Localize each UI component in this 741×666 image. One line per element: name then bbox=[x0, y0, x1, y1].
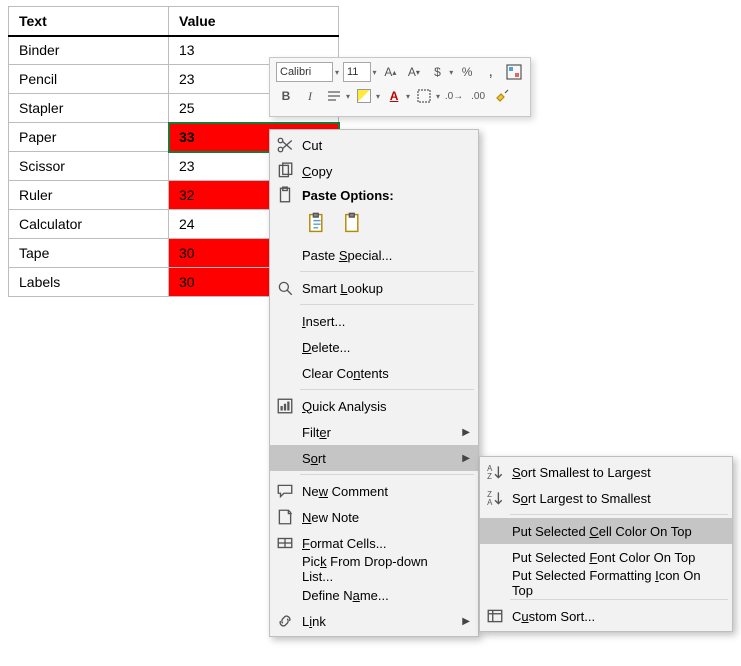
paste-option-values[interactable] bbox=[340, 210, 366, 236]
submenu-cell-color-top[interactable]: Put Selected Cell Color On Top bbox=[480, 518, 732, 544]
cell-text[interactable]: Paper bbox=[9, 123, 169, 152]
paste-options-row bbox=[270, 206, 478, 242]
scissors-icon bbox=[276, 136, 294, 154]
cell-text[interactable]: Stapler bbox=[9, 94, 169, 123]
cell-text[interactable]: Ruler bbox=[9, 181, 169, 210]
menu-filter[interactable]: Filter▶ bbox=[270, 419, 478, 445]
cell-text[interactable]: Pencil bbox=[9, 65, 169, 94]
format-painter-icon[interactable] bbox=[492, 86, 512, 106]
borders-icon[interactable] bbox=[414, 86, 434, 106]
menu-paste-options: Paste Options: bbox=[270, 184, 478, 206]
increase-decimal-icon[interactable]: .0→ bbox=[444, 86, 464, 106]
chevron-right-icon: ▶ bbox=[462, 427, 470, 438]
font-name-select[interactable]: Calibri bbox=[276, 62, 333, 82]
sort-desc-icon: ZA bbox=[486, 489, 504, 507]
align-icon[interactable] bbox=[324, 86, 344, 106]
note-icon bbox=[276, 508, 294, 526]
menu-smart-lookup[interactable]: Smart Lookup bbox=[270, 275, 478, 301]
submenu-sort-smallest[interactable]: AZ Sort Smallest to Largest bbox=[480, 459, 732, 485]
comma-format-icon[interactable]: , bbox=[481, 62, 501, 82]
paste-option-default[interactable] bbox=[304, 210, 330, 236]
menu-link[interactable]: Link▶ bbox=[270, 608, 478, 634]
submenu-sort-largest[interactable]: ZA Sort Largest to Smallest bbox=[480, 485, 732, 511]
menu-clear-contents[interactable]: Clear Contents bbox=[270, 360, 478, 386]
submenu-format-icon-top[interactable]: Put Selected Formatting Icon On Top bbox=[480, 570, 732, 596]
menu-new-note[interactable]: New Note bbox=[270, 504, 478, 530]
sort-asc-icon: AZ bbox=[486, 463, 504, 481]
comment-icon bbox=[276, 482, 294, 500]
cell-text[interactable]: Tape bbox=[9, 239, 169, 268]
conditional-format-icon[interactable] bbox=[504, 62, 524, 82]
submenu-custom-sort[interactable]: Custom Sort... bbox=[480, 603, 732, 629]
context-menu: Cut Copy Paste Options: Paste Special...… bbox=[269, 129, 479, 637]
menu-delete[interactable]: Delete... bbox=[270, 334, 478, 360]
italic-icon[interactable]: I bbox=[300, 86, 320, 106]
decrease-font-icon[interactable]: A▾ bbox=[404, 62, 424, 82]
svg-text:Z: Z bbox=[487, 472, 492, 481]
format-cells-icon bbox=[276, 534, 294, 552]
svg-text:A: A bbox=[487, 498, 493, 507]
accounting-format-icon[interactable]: $ bbox=[428, 62, 448, 82]
mini-toolbar: Calibri▾ 11▾ A▴ A▾ $▾ % , B I ▾ ▾ A▾ ▾ .… bbox=[269, 57, 531, 117]
menu-pick-from-list[interactable]: Pick From Drop-down List... bbox=[270, 556, 478, 582]
copy-icon bbox=[276, 162, 294, 180]
menu-sort[interactable]: Sort▶ bbox=[270, 445, 478, 471]
submenu-font-color-top[interactable]: Put Selected Font Color On Top bbox=[480, 544, 732, 570]
fill-color-icon[interactable] bbox=[354, 86, 374, 106]
search-icon bbox=[276, 279, 294, 297]
increase-font-icon[interactable]: A▴ bbox=[381, 62, 401, 82]
cell-text[interactable]: Labels bbox=[9, 268, 169, 297]
clipboard-icon bbox=[276, 186, 294, 204]
header-text[interactable]: Text bbox=[9, 7, 169, 36]
menu-quick-analysis[interactable]: Quick Analysis bbox=[270, 393, 478, 419]
font-color-icon[interactable]: A bbox=[384, 86, 404, 106]
menu-define-name[interactable]: Define Name... bbox=[270, 582, 478, 608]
quick-analysis-icon bbox=[276, 397, 294, 415]
menu-cut[interactable]: Cut bbox=[270, 132, 478, 158]
percent-format-icon[interactable]: % bbox=[457, 62, 477, 82]
sort-submenu: AZ Sort Smallest to Largest ZA Sort Larg… bbox=[479, 456, 733, 632]
cell-text[interactable]: Calculator bbox=[9, 210, 169, 239]
custom-sort-icon bbox=[486, 607, 504, 625]
decrease-decimal-icon[interactable]: .00 bbox=[468, 86, 488, 106]
menu-copy[interactable]: Copy bbox=[270, 158, 478, 184]
menu-format-cells[interactable]: Format Cells... bbox=[270, 530, 478, 556]
cell-text[interactable]: Binder bbox=[9, 36, 169, 65]
menu-paste-special[interactable]: Paste Special... bbox=[270, 242, 478, 268]
bold-icon[interactable]: B bbox=[276, 86, 296, 106]
menu-insert[interactable]: Insert... bbox=[270, 308, 478, 334]
chevron-right-icon: ▶ bbox=[462, 616, 470, 627]
font-size-select[interactable]: 11 bbox=[343, 62, 371, 82]
cell-text[interactable]: Scissor bbox=[9, 152, 169, 181]
link-icon bbox=[276, 612, 294, 630]
menu-new-comment[interactable]: New Comment bbox=[270, 478, 478, 504]
chevron-right-icon: ▶ bbox=[462, 453, 470, 464]
header-value[interactable]: Value bbox=[169, 7, 339, 36]
